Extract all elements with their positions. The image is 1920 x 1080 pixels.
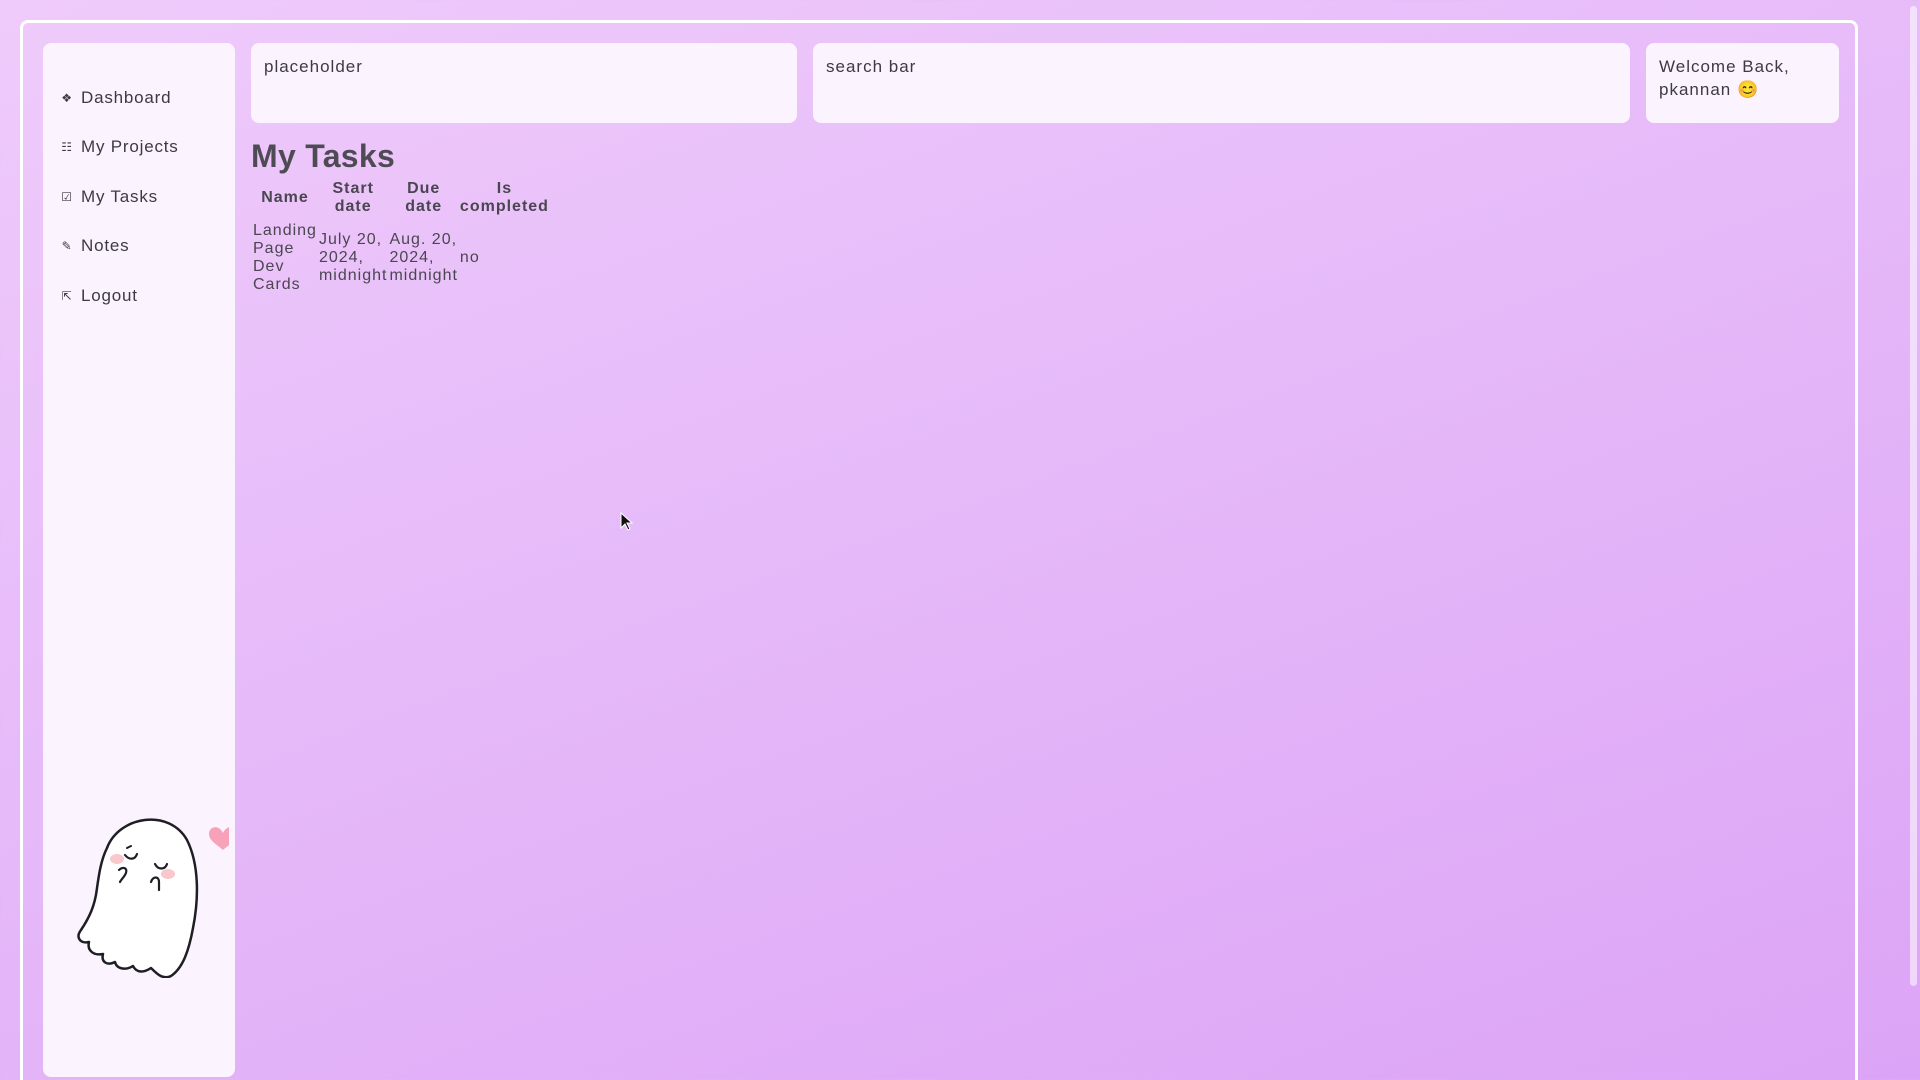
sidebar-item-label: My Tasks <box>81 186 158 206</box>
page-scrollbar[interactable] <box>1906 0 1920 1080</box>
task-due-date-cell: Aug. 20, 2024, midnight <box>389 220 457 294</box>
sidebar-item-label: Dashboard <box>81 87 172 107</box>
cell-text: Landing <box>253 222 317 239</box>
sidebar-item-notes[interactable]: ✎ Notes <box>60 222 179 272</box>
placeholder-panel: placeholder <box>251 43 797 123</box>
sidebar-nav: ❖ Dashboard ☷ My Projects ☑ My Tasks ✎ N… <box>60 73 179 321</box>
sidebar-item-label: Logout <box>81 285 138 305</box>
cell-text: Page <box>253 240 295 257</box>
task-is-completed-cell: no <box>460 220 549 294</box>
cell-text: midnight <box>318 267 388 284</box>
checkbox-icon: ☑ <box>61 189 73 204</box>
welcome-username: pkannan 😊 <box>1659 80 1760 99</box>
cell-text: Dev <box>253 258 285 275</box>
column-header-label: Name <box>261 189 309 206</box>
ghost-mascot-icon <box>77 818 229 978</box>
column-header-label: date <box>334 198 372 215</box>
column-header-name: Name <box>253 180 317 220</box>
cell-text: 2024, <box>318 249 364 266</box>
cell-text: 2024, <box>389 249 435 266</box>
column-header-label: date <box>405 198 443 215</box>
column-header-label: completed <box>459 198 549 215</box>
task-start-date-cell: July 20, 2024, midnight <box>319 220 387 294</box>
cell-text: Cards <box>253 276 301 293</box>
column-header-label: Start <box>332 180 374 197</box>
sidebar-item-label: Notes <box>81 236 130 256</box>
pencil-icon: ✎ <box>61 239 73 254</box>
tasks-table: Name Start date Due date Is completed La… <box>251 180 551 294</box>
cell-text: Aug. 20, <box>389 231 458 248</box>
projects-list-icon: ☷ <box>61 140 73 155</box>
column-header-due-date: Due date <box>389 180 457 220</box>
task-name-cell: Landing Page Dev Cards <box>253 220 317 294</box>
table-header-row: Name Start date Due date Is completed <box>253 180 549 220</box>
welcome-panel: Welcome Back, pkannan 😊 <box>1646 43 1839 123</box>
column-header-is-completed: Is completed <box>460 180 549 220</box>
table-row[interactable]: Landing Page Dev Cards July 20, 2024, mi… <box>253 220 549 294</box>
scrollbar-thumb[interactable] <box>1910 6 1917 986</box>
cell-text: no <box>459 249 480 266</box>
app-frame <box>20 20 1858 1080</box>
heart-icon <box>209 827 229 850</box>
column-header-label: Is <box>496 180 513 197</box>
search-bar-text: search bar <box>826 57 917 76</box>
page-title: My Tasks <box>251 138 396 174</box>
sidebar-item-my-projects[interactable]: ☷ My Projects <box>60 123 179 173</box>
mouse-pointer-icon <box>620 512 634 531</box>
sidebar: ❖ Dashboard ☷ My Projects ☑ My Tasks ✎ N… <box>43 43 235 1077</box>
sidebar-item-logout[interactable]: ⇱ Logout <box>60 271 179 321</box>
welcome-greeting: Welcome Back, <box>1659 57 1790 76</box>
sidebar-item-dashboard[interactable]: ❖ Dashboard <box>60 73 179 123</box>
cell-text: midnight <box>389 267 458 284</box>
sidebar-item-label: My Projects <box>81 137 179 157</box>
search-bar[interactable]: search bar <box>813 43 1630 123</box>
sidebar-item-my-tasks[interactable]: ☑ My Tasks <box>60 172 179 222</box>
column-header-label: Due <box>407 180 441 197</box>
column-header-start-date: Start date <box>319 180 387 220</box>
logout-arrow-icon: ⇱ <box>61 288 73 303</box>
dashboard-icon: ❖ <box>61 90 73 105</box>
placeholder-text: placeholder <box>264 57 363 76</box>
cell-text: July 20, <box>318 231 383 248</box>
